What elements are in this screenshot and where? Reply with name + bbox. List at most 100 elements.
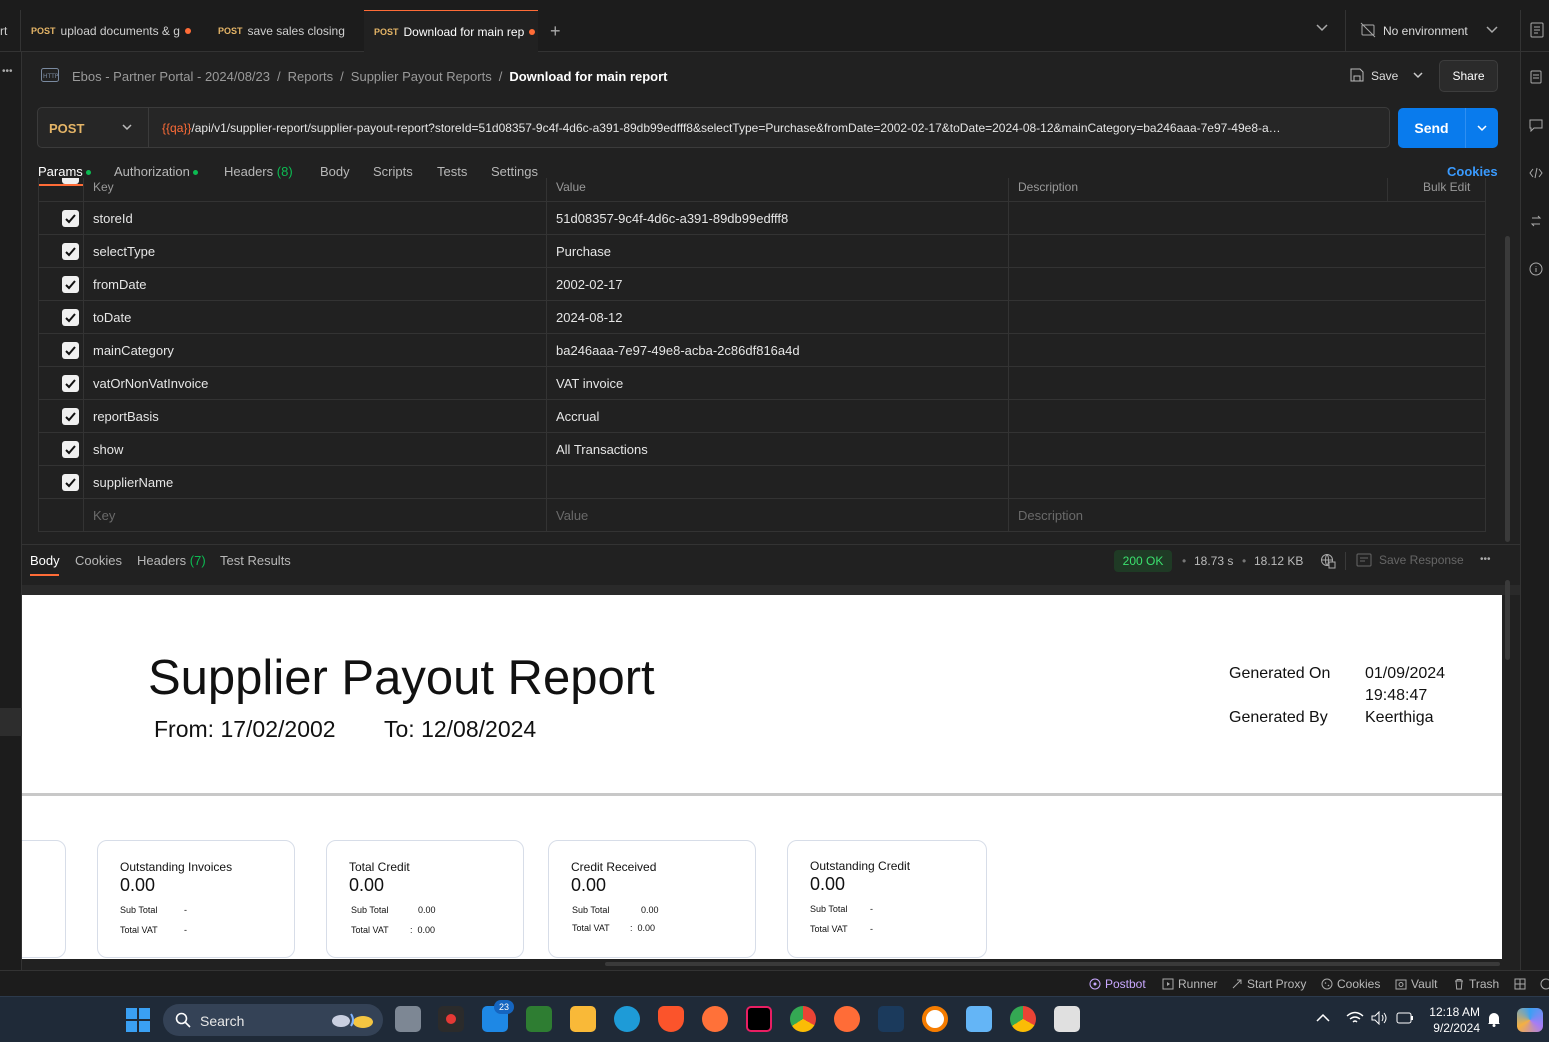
save-icon[interactable]	[1350, 68, 1364, 82]
task-view-icon[interactable]	[395, 1006, 421, 1032]
taskbar-search-box[interactable]: Search	[163, 1004, 383, 1036]
param-checkbox[interactable]	[62, 210, 79, 227]
new-param-value-input[interactable]: Value	[556, 508, 588, 523]
bulk-edit-link[interactable]: Bulk Edit	[1423, 180, 1470, 194]
response-size[interactable]: 18.12 KB	[1254, 554, 1303, 568]
param-key[interactable]: fromDate	[93, 277, 146, 292]
clock-date[interactable]: 9/2/2024	[1428, 1021, 1480, 1035]
param-checkbox[interactable]	[62, 441, 79, 458]
cookies-button[interactable]: Cookies	[1321, 977, 1380, 991]
param-key[interactable]: storeId	[93, 211, 133, 226]
tab-body[interactable]: Body	[320, 164, 350, 179]
new-param-description-input[interactable]: Description	[1018, 508, 1083, 523]
cookies-link[interactable]: Cookies	[1447, 164, 1498, 179]
param-value[interactable]: 2024-08-12	[556, 310, 623, 325]
response-horizontal-scrollbar[interactable]	[605, 962, 1500, 966]
param-key[interactable]: toDate	[93, 310, 131, 325]
notification-bell-icon[interactable]	[1486, 1011, 1502, 1027]
param-key[interactable]: supplierName	[93, 475, 173, 490]
vault-button[interactable]: Vault	[1395, 977, 1437, 991]
recorder-icon[interactable]	[438, 1006, 464, 1032]
share-button[interactable]: Share	[1439, 60, 1498, 92]
method-chevron-icon[interactable]	[122, 124, 132, 131]
response-tab-test-results[interactable]: Test Results	[220, 553, 291, 568]
tab-tests[interactable]: Tests	[437, 164, 467, 179]
related-collections-icon[interactable]	[1529, 214, 1543, 228]
file-explorer-icon[interactable]	[570, 1006, 596, 1032]
tab-request-2[interactable]: POST save sales closing	[208, 10, 358, 52]
param-value[interactable]: Purchase	[556, 244, 611, 259]
network-icon[interactable]	[1320, 553, 1336, 569]
new-tab-icon[interactable]: +	[550, 22, 561, 40]
help-icon[interactable]	[1540, 978, 1549, 990]
response-more-icon[interactable]: •••	[1480, 554, 1491, 565]
method-select[interactable]: POST	[49, 121, 84, 136]
breadcrumb-collection[interactable]: Ebos - Partner Portal - 2024/08/23	[72, 69, 270, 84]
param-checkbox[interactable]	[62, 309, 79, 326]
param-value[interactable]: 2002-02-17	[556, 277, 623, 292]
param-value[interactable]: VAT invoice	[556, 376, 623, 391]
param-value[interactable]: 51d08357-9c4f-4d6c-a391-89db99edfff8	[556, 211, 788, 226]
tab-scripts[interactable]: Scripts	[373, 164, 413, 179]
volume-icon[interactable]	[1371, 1011, 1389, 1025]
start-proxy-button[interactable]: Start Proxy	[1231, 977, 1306, 991]
save-response-icon[interactable]	[1356, 553, 1372, 567]
postbot-button[interactable]: Postbot	[1089, 977, 1146, 991]
tab-fragment[interactable]: rt	[0, 10, 18, 52]
new-param-key-input[interactable]: Key	[93, 508, 115, 523]
url-input[interactable]: {{qa}}/api/v1/supplier-report/supplier-p…	[162, 121, 1384, 135]
document-app-icon[interactable]	[1054, 1006, 1080, 1032]
edge-browser-icon[interactable]	[614, 1006, 640, 1032]
save-options-chevron-icon[interactable]	[1413, 72, 1423, 79]
save-button[interactable]: Save	[1371, 69, 1398, 83]
wifi-icon[interactable]	[1346, 1011, 1364, 1025]
tab-settings[interactable]: Settings	[491, 164, 538, 179]
tab-request-3[interactable]: POST Download for main rep	[364, 10, 538, 52]
show-hidden-icons-icon[interactable]	[1316, 1013, 1330, 1022]
save-response-button[interactable]: Save Response	[1379, 553, 1464, 567]
param-checkbox[interactable]	[62, 408, 79, 425]
request-name[interactable]: Download for main report	[509, 69, 667, 84]
send-button[interactable]: Send	[1398, 108, 1465, 148]
environment-select[interactable]: No environment	[1383, 24, 1468, 38]
battery-icon[interactable]	[1396, 1012, 1414, 1024]
info-icon[interactable]	[1529, 262, 1543, 276]
intellij-icon[interactable]	[746, 1006, 772, 1032]
response-tab-cookies[interactable]: Cookies	[75, 553, 122, 568]
response-time[interactable]: 18.73 s	[1194, 554, 1233, 568]
param-value[interactable]: Accrual	[556, 409, 599, 424]
tab-headers[interactable]: Headers (8)	[224, 164, 293, 179]
firefox-icon[interactable]	[702, 1006, 728, 1032]
tab-authorization[interactable]: Authorization	[114, 164, 198, 179]
layout-toggle-icon[interactable]	[1514, 978, 1526, 990]
environment-chevron-icon[interactable]	[1486, 26, 1498, 34]
tabs-dropdown-icon[interactable]	[1316, 24, 1328, 32]
select-all-checkbox[interactable]	[62, 178, 79, 184]
code-icon[interactable]	[1529, 166, 1543, 180]
notepad-icon[interactable]	[966, 1006, 992, 1032]
response-tab-body[interactable]: Body	[30, 553, 60, 568]
breadcrumb-folder[interactable]: Reports	[288, 69, 334, 84]
param-checkbox[interactable]	[62, 243, 79, 260]
windows-start-icon[interactable]	[126, 1008, 150, 1032]
param-checkbox[interactable]	[62, 342, 79, 359]
brave-browser-icon[interactable]	[658, 1006, 684, 1032]
postman-icon[interactable]	[834, 1006, 860, 1032]
breadcrumb-subfolder[interactable]: Supplier Payout Reports	[351, 69, 492, 84]
tab-params[interactable]: Params	[38, 164, 91, 179]
param-value[interactable]: All Transactions	[556, 442, 648, 457]
more-icon[interactable]: •••	[2, 66, 13, 77]
response-vertical-scrollbar[interactable]	[1505, 580, 1510, 660]
mysql-workbench-icon[interactable]	[878, 1006, 904, 1032]
param-checkbox[interactable]	[62, 375, 79, 392]
param-value[interactable]: ba246aaa-7e97-49e8-acba-2c86df816a4d	[556, 343, 800, 358]
chat-app-icon[interactable]	[526, 1006, 552, 1032]
param-key[interactable]: vatOrNonVatInvoice	[93, 376, 208, 391]
response-tab-headers[interactable]: Headers (7)	[137, 553, 206, 568]
param-key[interactable]: show	[93, 442, 123, 457]
status-badge[interactable]: 200 OK	[1114, 550, 1172, 572]
comments-icon[interactable]	[1529, 118, 1543, 132]
params-scrollbar[interactable]	[1505, 236, 1510, 542]
runner-button[interactable]: Runner	[1162, 977, 1217, 991]
tab-request-1[interactable]: POST upload documents & g	[20, 10, 200, 52]
